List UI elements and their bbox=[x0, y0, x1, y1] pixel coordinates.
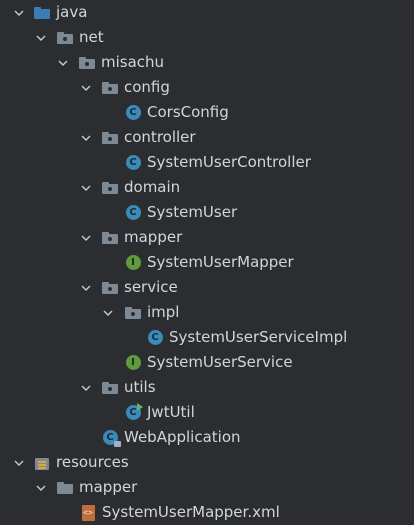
package-folder-icon bbox=[101, 79, 119, 96]
chevron-down-icon[interactable] bbox=[34, 25, 48, 50]
chevron-down-icon[interactable] bbox=[79, 225, 93, 250]
tree-node-label: CorsConfig bbox=[147, 103, 229, 121]
tree-node-label: java bbox=[56, 3, 88, 21]
tree-node-label: SystemUserMapper.xml bbox=[102, 503, 280, 521]
tree-node-label: SystemUserMapper bbox=[147, 253, 294, 271]
tree-node-label: controller bbox=[124, 128, 196, 146]
tree-node-misachu[interactable]: misachu bbox=[0, 50, 414, 75]
interface-icon: I bbox=[124, 254, 142, 271]
chevron-down-icon[interactable] bbox=[12, 450, 26, 475]
tree-node-corsconfig[interactable]: C CorsConfig bbox=[0, 100, 414, 125]
package-folder-icon bbox=[101, 129, 119, 146]
tree-node-label: SystemUserService bbox=[147, 353, 293, 371]
chevron-down-icon[interactable] bbox=[12, 0, 26, 25]
chevron-down-icon[interactable] bbox=[79, 175, 93, 200]
tree-node-domain[interactable]: domain bbox=[0, 175, 414, 200]
package-folder-icon bbox=[56, 29, 74, 46]
tree-node-label: net bbox=[79, 28, 104, 46]
tree-node-label: service bbox=[124, 278, 178, 296]
package-folder-icon bbox=[101, 279, 119, 296]
class-icon: C bbox=[124, 154, 142, 171]
tree-node-systemusercontroller[interactable]: C SystemUserController bbox=[0, 150, 414, 175]
tree-node-label: SystemUserController bbox=[147, 153, 311, 171]
tree-node-java[interactable]: java bbox=[0, 0, 414, 25]
tree-node-label: utils bbox=[124, 378, 156, 396]
tree-node-resources[interactable]: resources bbox=[0, 450, 414, 475]
spring-boot-class-icon: C bbox=[101, 429, 121, 447]
tree-node-mapper-package[interactable]: mapper bbox=[0, 225, 414, 250]
class-icon: C bbox=[146, 329, 164, 346]
class-icon: C bbox=[124, 204, 142, 221]
tree-node-label: misachu bbox=[101, 53, 165, 71]
chevron-down-icon[interactable] bbox=[79, 125, 93, 150]
tree-node-jwtutil[interactable]: C JwtUtil bbox=[0, 400, 414, 425]
tree-node-impl[interactable]: impl bbox=[0, 300, 414, 325]
tree-node-utils[interactable]: utils bbox=[0, 375, 414, 400]
tree-node-systemusermapper-xml[interactable]: <> SystemUserMapper.xml bbox=[0, 500, 414, 525]
tree-node-label: SystemUserServiceImpl bbox=[169, 328, 348, 346]
class-icon: C bbox=[124, 104, 142, 121]
package-folder-icon bbox=[101, 179, 119, 196]
tree-node-label: mapper bbox=[79, 478, 138, 496]
tree-node-mapper-folder[interactable]: mapper bbox=[0, 475, 414, 500]
xml-file-icon: <> bbox=[79, 504, 97, 521]
resources-folder-icon bbox=[33, 454, 51, 471]
chevron-down-icon[interactable] bbox=[79, 375, 93, 400]
chevron-down-icon[interactable] bbox=[79, 275, 93, 300]
package-folder-icon bbox=[101, 379, 119, 396]
project-tree: java net misachu config C CorsConfig con… bbox=[0, 0, 414, 525]
chevron-down-icon[interactable] bbox=[79, 75, 93, 100]
tree-node-label: JwtUtil bbox=[147, 403, 195, 421]
tree-node-webapplication[interactable]: C WebApplication bbox=[0, 425, 414, 450]
tree-node-label: domain bbox=[124, 178, 181, 196]
package-folder-icon bbox=[124, 304, 142, 321]
tree-node-service[interactable]: service bbox=[0, 275, 414, 300]
source-folder-icon bbox=[33, 4, 51, 21]
chevron-down-icon[interactable] bbox=[56, 50, 70, 75]
package-folder-icon bbox=[101, 229, 119, 246]
tree-node-label: mapper bbox=[124, 228, 183, 246]
tree-node-label: SystemUser bbox=[147, 203, 238, 221]
tree-node-controller[interactable]: controller bbox=[0, 125, 414, 150]
interface-icon: I bbox=[124, 354, 142, 371]
package-folder-icon bbox=[78, 54, 96, 71]
chevron-down-icon[interactable] bbox=[34, 475, 48, 500]
tree-node-label: WebApplication bbox=[124, 428, 241, 446]
tree-node-systemusermapper[interactable]: I SystemUserMapper bbox=[0, 250, 414, 275]
tree-node-net[interactable]: net bbox=[0, 25, 414, 50]
folder-icon bbox=[56, 479, 74, 496]
tree-node-systemuserserviceimpl[interactable]: C SystemUserServiceImpl bbox=[0, 325, 414, 350]
tree-node-systemuser[interactable]: C SystemUser bbox=[0, 200, 414, 225]
chevron-down-icon[interactable] bbox=[101, 300, 115, 325]
tree-node-label: resources bbox=[56, 453, 129, 471]
tree-node-label: config bbox=[124, 78, 170, 96]
tree-node-systemuserservice[interactable]: I SystemUserService bbox=[0, 350, 414, 375]
tree-node-label: impl bbox=[147, 303, 180, 321]
tree-node-config[interactable]: config bbox=[0, 75, 414, 100]
class-icon: C bbox=[124, 403, 143, 421]
